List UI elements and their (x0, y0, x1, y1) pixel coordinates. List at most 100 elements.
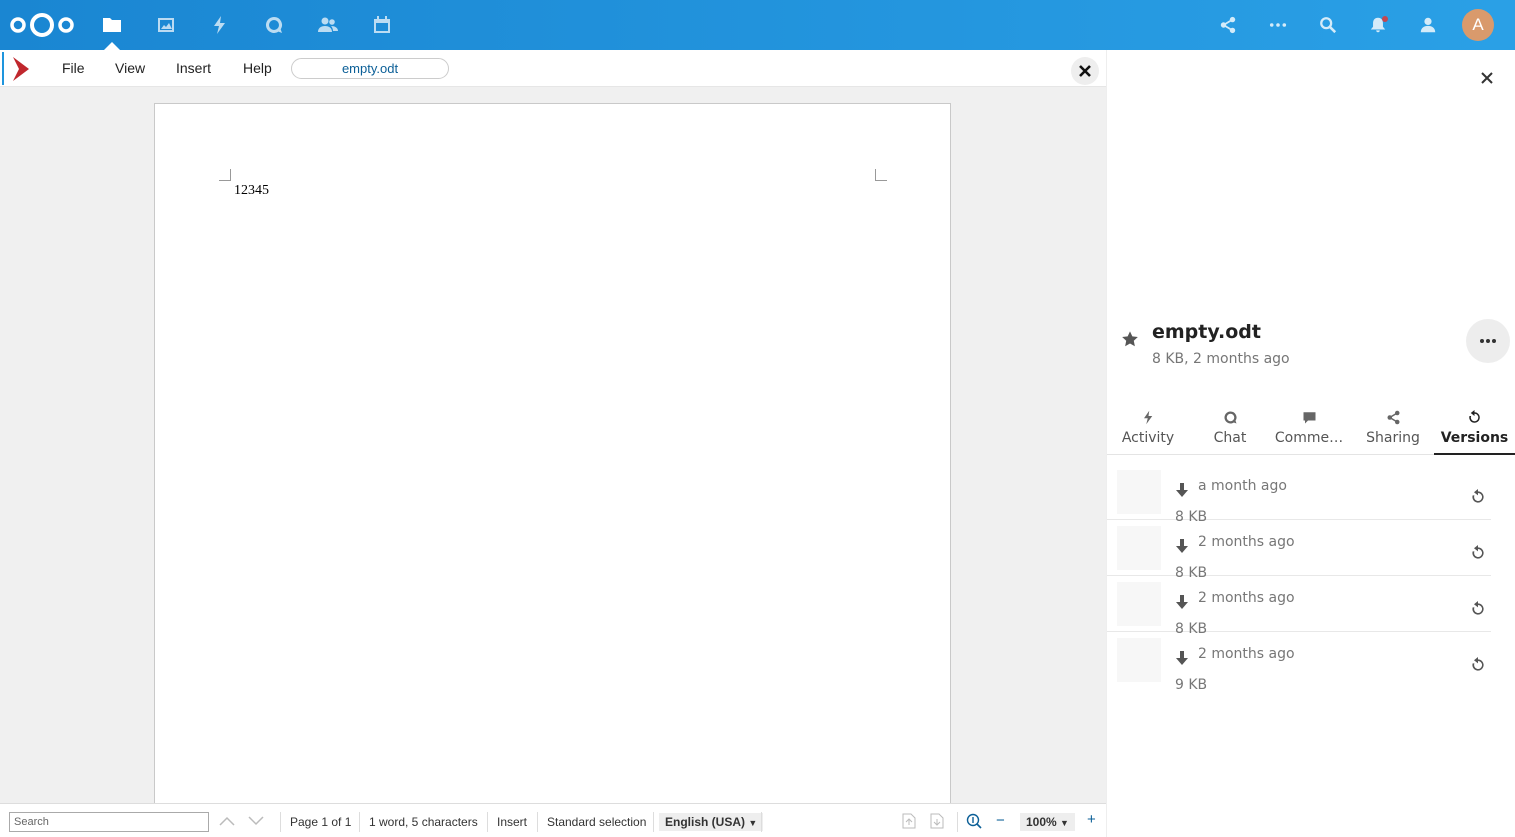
version-date: 2 months ago (1198, 646, 1295, 662)
divider (280, 812, 281, 832)
zoom-select[interactable]: 100% ▼ (1020, 813, 1075, 831)
activity-icon (1141, 406, 1156, 428)
download-icon[interactable] (1174, 650, 1190, 666)
top-header: A (0, 0, 1515, 50)
language-label: English (USA) (665, 815, 745, 829)
menu-file[interactable]: File (62, 60, 85, 76)
download-icon[interactable] (1174, 482, 1190, 498)
talk-icon[interactable] (262, 13, 286, 37)
version-date: a month ago (1198, 478, 1287, 494)
version-date: 2 months ago (1198, 590, 1295, 606)
document-name-field[interactable]: empty.odt (291, 58, 449, 79)
status-bar: Search Page 1 of 1 1 word, 5 characters … (0, 803, 1106, 837)
star-icon[interactable] (1121, 330, 1139, 348)
version-size: 9 KB (1175, 677, 1208, 693)
selection-mode[interactable]: Standard selection (547, 815, 646, 829)
insert-mode[interactable]: Insert (497, 815, 527, 829)
tab-label: Versions (1440, 430, 1509, 446)
calendar-icon[interactable] (370, 13, 394, 37)
sidebar-tabs: Activity Chat Comme… Sharing Versions (1107, 400, 1515, 455)
photos-icon[interactable] (154, 13, 178, 37)
restore-icon[interactable] (1470, 601, 1486, 617)
zoom-in-button[interactable]: + (1087, 811, 1096, 828)
active-app-indicator (104, 42, 120, 50)
margin-corner-top-left (219, 169, 231, 181)
search-prev-icon[interactable] (218, 814, 236, 828)
version-thumbnail (1117, 638, 1161, 682)
chat-icon (1223, 406, 1238, 428)
tab-label: Chat (1213, 430, 1247, 446)
tab-sharing[interactable]: Sharing (1363, 400, 1423, 455)
tab-versions[interactable]: Versions (1434, 400, 1515, 455)
divider (487, 812, 488, 832)
prev-page-icon[interactable] (901, 813, 917, 829)
menu-help[interactable]: Help (243, 60, 272, 76)
search-input[interactable]: Search (9, 812, 209, 832)
document-page[interactable]: 12345 (154, 103, 951, 803)
file-details-sidebar: empty.odt 8 KB, 2 months ago Activity Ch… (1106, 50, 1515, 837)
page-indicator: Page 1 of 1 (290, 815, 352, 829)
divider (957, 812, 958, 832)
margin-corner-top-right (875, 169, 887, 181)
tab-label: Activity (1121, 430, 1175, 446)
contacts-icon[interactable] (316, 13, 340, 37)
restore-icon[interactable] (1470, 489, 1486, 505)
version-date: 2 months ago (1198, 534, 1295, 550)
file-subtitle: 8 KB, 2 months ago (1152, 351, 1290, 367)
language-select[interactable]: English (USA) ▼ (659, 813, 764, 831)
chevron-down-icon: ▼ (1060, 818, 1069, 828)
version-thumbnail (1117, 526, 1161, 570)
version-thumbnail (1117, 470, 1161, 514)
tab-label: Sharing (1366, 430, 1420, 446)
tab-label: Comme… (1274, 430, 1344, 446)
file-title: empty.odt (1152, 321, 1261, 343)
tab-activity[interactable]: Activity (1115, 400, 1181, 455)
divider (761, 812, 762, 832)
share-icon[interactable] (1217, 14, 1239, 36)
contacts-menu-icon[interactable] (1417, 14, 1439, 36)
menu-view[interactable]: View (115, 60, 145, 76)
collabora-logo[interactable] (2, 52, 38, 85)
more-icon (1480, 339, 1496, 343)
divider (537, 812, 538, 832)
search-next-icon[interactable] (247, 814, 265, 828)
document-canvas[interactable]: 12345 (0, 87, 1106, 803)
notifications-icon[interactable] (1367, 14, 1389, 36)
notification-dot (1382, 16, 1388, 22)
zoom-out-button[interactable]: − (996, 812, 1005, 829)
file-actions-button[interactable] (1466, 319, 1510, 363)
word-count: 1 word, 5 characters (369, 815, 478, 829)
menu-insert[interactable]: Insert (176, 60, 211, 76)
restore-icon[interactable] (1470, 657, 1486, 673)
search-icon[interactable] (1317, 14, 1339, 36)
version-row[interactable]: 2 months ago 8 KB (1107, 576, 1491, 637)
document-menubar: File View Insert Help empty.odt (0, 50, 1106, 87)
version-thumbnail (1117, 582, 1161, 626)
comments-icon (1302, 406, 1317, 428)
document-text[interactable]: 12345 (234, 183, 269, 199)
share-icon (1386, 406, 1401, 428)
next-page-icon[interactable] (929, 813, 945, 829)
tab-chat[interactable]: Chat (1207, 400, 1253, 455)
version-row[interactable]: a month ago 8 KB (1107, 464, 1491, 525)
version-row[interactable]: 2 months ago 9 KB (1107, 632, 1491, 693)
activity-icon[interactable] (208, 13, 232, 37)
restore-icon[interactable] (1470, 545, 1486, 561)
download-icon[interactable] (1174, 594, 1190, 610)
close-document-button[interactable] (1071, 57, 1099, 85)
history-icon (1467, 406, 1482, 428)
files-icon[interactable] (100, 13, 124, 37)
nextcloud-logo[interactable] (10, 11, 74, 39)
close-sidebar-button[interactable] (1475, 66, 1499, 90)
user-avatar[interactable]: A (1462, 9, 1494, 41)
close-icon (1079, 65, 1091, 77)
divider (359, 812, 360, 832)
tab-comments[interactable]: Comme… (1273, 400, 1345, 455)
zoom-reset-icon[interactable] (966, 813, 982, 829)
download-icon[interactable] (1174, 538, 1190, 554)
zoom-value: 100% (1026, 815, 1057, 829)
version-row[interactable]: 2 months ago 8 KB (1107, 520, 1491, 581)
divider (653, 812, 654, 832)
more-icon[interactable] (1267, 14, 1289, 36)
close-icon (1481, 72, 1493, 84)
